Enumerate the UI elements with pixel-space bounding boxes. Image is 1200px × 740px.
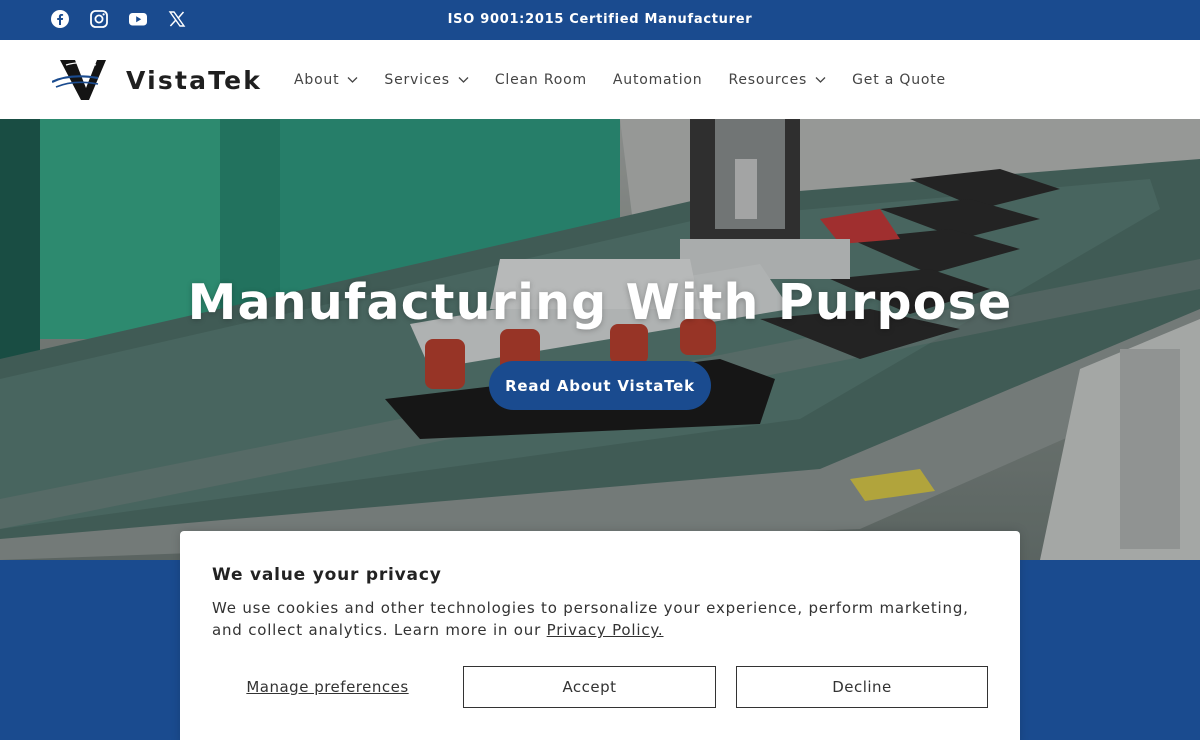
- accept-button[interactable]: Accept: [463, 666, 716, 708]
- chevron-down-icon: [458, 77, 469, 83]
- site-logo[interactable]: VistaTek: [52, 58, 262, 102]
- nav-item-resources[interactable]: Resources: [728, 72, 826, 88]
- hero-banner: Manufacturing With Purpose Read About Vi…: [0, 119, 1200, 560]
- nav-label: Clean Room: [494, 71, 587, 88]
- privacy-policy-link[interactable]: Privacy Policy.: [547, 621, 664, 639]
- hero-background-image: [0, 119, 1200, 560]
- cookie-body: We use cookies and other technologies to…: [212, 597, 988, 641]
- manage-preferences-link[interactable]: Manage preferences: [212, 666, 443, 708]
- chevron-down-icon: [815, 77, 826, 83]
- nav-item-services[interactable]: Services: [384, 71, 469, 88]
- nav-item-get-a-quote[interactable]: Get a Quote: [852, 72, 946, 88]
- chevron-down-icon: [347, 77, 358, 83]
- nav-item-clean-room[interactable]: Clean Room: [495, 72, 587, 88]
- nav-label: Get a Quote: [852, 71, 946, 88]
- read-about-button[interactable]: Read About VistaTek: [489, 361, 711, 410]
- x-icon[interactable]: [167, 9, 187, 29]
- facebook-icon[interactable]: [50, 9, 70, 29]
- nav-item-about[interactable]: About: [294, 72, 358, 88]
- announcement-bar: ISO 9001:2015 Certified Manufacturer: [0, 0, 1200, 40]
- nav-label: Services: [384, 71, 450, 88]
- main-nav: About Services Clean Room Automation Res…: [294, 40, 972, 119]
- vistatek-logo-icon: [52, 60, 106, 100]
- site-header: VistaTek About Services Clean Room Autom…: [0, 40, 1200, 119]
- cookie-consent-banner: We value your privacy We use cookies and…: [180, 531, 1020, 740]
- cookie-title: We value your privacy: [212, 565, 442, 585]
- youtube-icon[interactable]: [128, 9, 148, 29]
- hero-title: Manufacturing With Purpose: [187, 274, 1013, 331]
- nav-label: Automation: [612, 71, 703, 88]
- nav-item-automation[interactable]: Automation: [613, 72, 703, 88]
- nav-label: About: [294, 71, 340, 88]
- nav-label: Resources: [728, 71, 808, 88]
- social-links: [50, 9, 187, 29]
- instagram-icon[interactable]: [89, 9, 109, 29]
- decline-button[interactable]: Decline: [736, 666, 988, 708]
- logo-text: VistaTek: [126, 65, 263, 95]
